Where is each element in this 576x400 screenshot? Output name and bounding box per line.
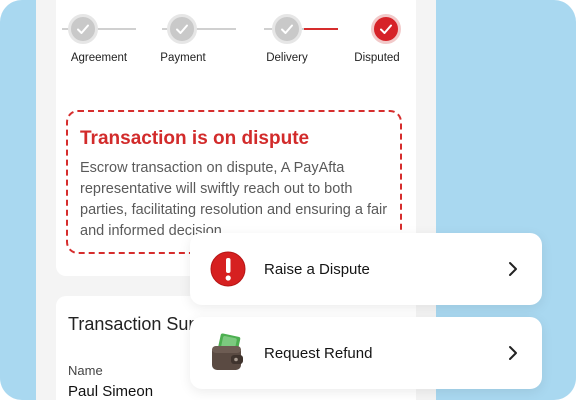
name-label: Name	[68, 363, 103, 378]
dispute-title: Transaction is on dispute	[80, 128, 310, 149]
raise-dispute-label: Raise a Dispute	[264, 260, 370, 278]
step-agreement-check-icon	[68, 14, 98, 44]
step-connector-active	[304, 28, 338, 30]
chevron-right-icon	[509, 262, 517, 276]
dispute-description: Escrow transaction on dispute, A PayAfta…	[80, 160, 388, 239]
request-refund-label: Request Refund	[264, 344, 373, 362]
step-label-delivery: Delivery	[266, 52, 308, 64]
progress-stepper	[32, 14, 401, 44]
chevron-right-icon	[509, 346, 517, 360]
step-payment-check-icon	[167, 14, 197, 44]
step-label-agreement: Agreement	[70, 52, 128, 64]
step-delivery-check-icon	[272, 14, 302, 44]
exclamation-icon	[208, 249, 248, 289]
transaction-summary-title: Transaction Summary	[68, 314, 208, 334]
step-disputed-check-icon	[371, 14, 401, 44]
name-value: Paul Simeon	[68, 383, 154, 400]
request-refund-button[interactable]: Request Refund	[190, 317, 542, 389]
step-label-payment: Payment	[160, 52, 206, 64]
step-label-disputed: Disputed	[354, 52, 400, 64]
raise-dispute-button[interactable]: Raise a Dispute	[190, 233, 542, 305]
wallet-money-icon	[208, 333, 248, 373]
